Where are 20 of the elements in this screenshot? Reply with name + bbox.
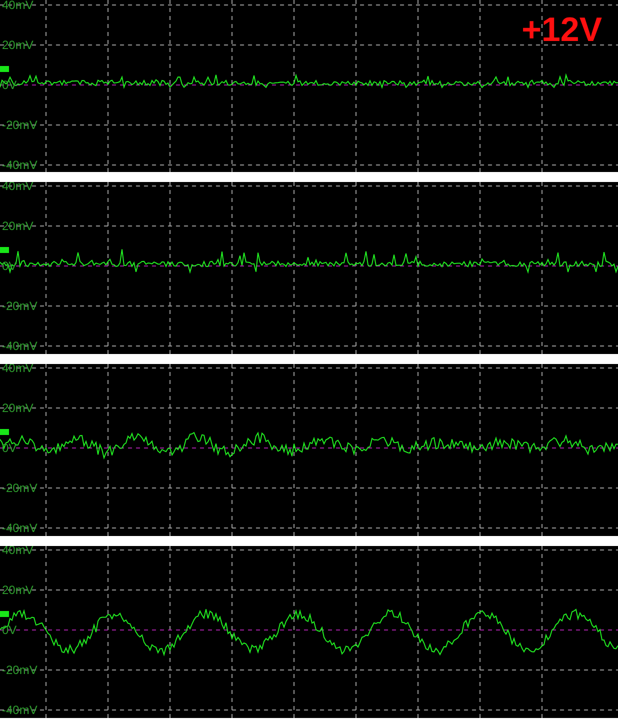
axis-label: -20mV [2, 481, 38, 495]
axis-label: -20mV [2, 118, 38, 132]
axis-label: -20mV [2, 299, 38, 313]
trigger-marker-icon [0, 611, 9, 617]
voltage-label: +12V [522, 12, 602, 48]
axis-label: 0V [2, 623, 17, 637]
axis-label: 40mV [2, 0, 34, 12]
axis-label: 20mV [2, 38, 34, 52]
axis-label: -40mV [2, 339, 38, 353]
axis-label: -40mV [2, 703, 38, 717]
axis-label: 20mV [2, 583, 34, 597]
axis-label: -40mV [2, 521, 38, 535]
trigger-marker-icon [0, 247, 9, 253]
trigger-marker-icon [0, 429, 9, 435]
axis-label: 0V [2, 441, 17, 455]
trigger-marker-icon [0, 66, 9, 72]
axis-label: -40mV [2, 158, 38, 172]
axis-label: 20mV [2, 401, 34, 415]
axis-label: -20mV [2, 663, 38, 677]
axis-label: 20mV [2, 219, 34, 233]
